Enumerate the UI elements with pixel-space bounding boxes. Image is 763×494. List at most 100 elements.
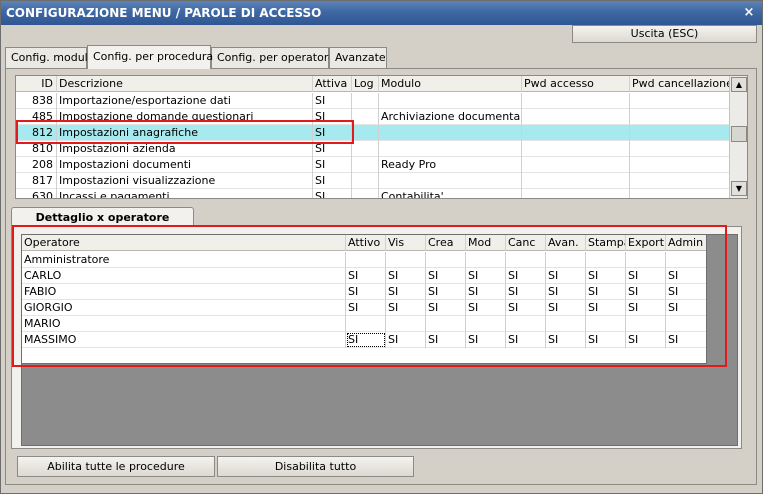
cell-export[interactable]: SI xyxy=(626,268,666,284)
cell-stampa[interactable]: SI xyxy=(586,268,626,284)
cell-admin[interactable] xyxy=(666,316,706,332)
cell-attiva[interactable]: SI xyxy=(313,189,352,198)
cell-crea[interactable]: SI xyxy=(426,332,466,348)
cell-export[interactable]: SI xyxy=(626,284,666,300)
cell-log[interactable] xyxy=(352,173,379,189)
header-id[interactable]: ID xyxy=(16,76,57,92)
cell-vis[interactable]: SI xyxy=(386,284,426,300)
header-admin[interactable]: Admin xyxy=(666,235,706,251)
cell-mod[interactable]: SI xyxy=(466,332,506,348)
header-mod[interactable]: Mod xyxy=(466,235,506,251)
cell-mod[interactable]: SI xyxy=(466,284,506,300)
cell-log[interactable] xyxy=(352,125,379,141)
cell-vis[interactable]: SI xyxy=(386,332,426,348)
cell-stampa[interactable]: SI xyxy=(586,300,626,316)
cell-avan[interactable] xyxy=(546,252,586,268)
cell-crea[interactable]: SI xyxy=(426,300,466,316)
procedures-scrollbar[interactable]: ▲ ▼ xyxy=(729,76,747,198)
cell-pwd-accesso[interactable] xyxy=(522,157,630,173)
cell-export[interactable]: SI xyxy=(626,332,666,348)
tab-config-per-operatore[interactable]: Config. per operatore xyxy=(211,47,335,68)
header-export[interactable]: Export xyxy=(626,235,666,251)
scroll-thumb[interactable] xyxy=(731,126,747,142)
table-row[interactable]: FABIO SI SI SI SI SI SI SI SI SI xyxy=(22,284,706,300)
cell-canc[interactable]: SI xyxy=(506,300,546,316)
cell-mod[interactable]: SI xyxy=(466,268,506,284)
cell-attiva[interactable]: SI xyxy=(313,173,352,189)
table-row[interactable]: 817 Impostazioni visualizzazione SI xyxy=(16,173,730,189)
cell-attiva[interactable]: SI xyxy=(313,93,352,109)
tab-config-moduli[interactable]: Config. moduli xyxy=(5,47,91,68)
cell-canc[interactable]: SI xyxy=(506,284,546,300)
cell-log[interactable] xyxy=(352,157,379,173)
cell-vis[interactable]: SI xyxy=(386,300,426,316)
cell-log[interactable] xyxy=(352,93,379,109)
cell-avan[interactable]: SI xyxy=(546,284,586,300)
scroll-up-icon[interactable]: ▲ xyxy=(731,77,747,92)
disable-all-button[interactable]: Disabilita tutto xyxy=(217,456,414,477)
header-crea[interactable]: Crea xyxy=(426,235,466,251)
enable-all-button[interactable]: Abilita tutte le procedure xyxy=(17,456,215,477)
cell-attivo[interactable]: SI xyxy=(346,332,386,348)
cell-admin[interactable]: SI xyxy=(666,300,706,316)
header-descrizione[interactable]: Descrizione xyxy=(57,76,313,92)
cell-stampa[interactable] xyxy=(586,316,626,332)
cell-log[interactable] xyxy=(352,109,379,125)
cell-avan[interactable]: SI xyxy=(546,268,586,284)
tab-avanzate[interactable]: Avanzate xyxy=(329,47,387,68)
header-log[interactable]: Log xyxy=(352,76,379,92)
header-vis[interactable]: Vis xyxy=(386,235,426,251)
cell-mod[interactable]: SI xyxy=(466,300,506,316)
cell-admin[interactable] xyxy=(666,252,706,268)
cell-export[interactable] xyxy=(626,252,666,268)
header-pwd-accesso[interactable]: Pwd accesso xyxy=(522,76,630,92)
cell-crea[interactable] xyxy=(426,316,466,332)
cell-attivo[interactable] xyxy=(346,252,386,268)
cell-attivo[interactable]: SI xyxy=(346,268,386,284)
cell-pwd-accesso[interactable] xyxy=(522,109,630,125)
cell-admin[interactable]: SI xyxy=(666,332,706,348)
table-row[interactable]: GIORGIO SI SI SI SI SI SI SI SI SI xyxy=(22,300,706,316)
cell-attivo[interactable]: SI xyxy=(346,300,386,316)
cell-pwd-cancellazione[interactable] xyxy=(630,93,730,109)
header-canc[interactable]: Canc xyxy=(506,235,546,251)
cell-pwd-accesso[interactable] xyxy=(522,93,630,109)
exit-button[interactable]: Uscita (ESC) xyxy=(572,25,757,43)
scroll-down-icon[interactable]: ▼ xyxy=(731,181,747,196)
cell-pwd-cancellazione[interactable] xyxy=(630,125,730,141)
cell-log[interactable] xyxy=(352,189,379,198)
cell-crea[interactable]: SI xyxy=(426,284,466,300)
cell-pwd-accesso[interactable] xyxy=(522,141,630,157)
table-row[interactable]: MARIO xyxy=(22,316,706,332)
table-row-selected[interactable]: 812 Impostazioni anagrafiche SI xyxy=(16,125,730,141)
close-icon[interactable]: × xyxy=(742,1,756,25)
header-attiva[interactable]: Attiva xyxy=(313,76,352,92)
cell-stampa[interactable]: SI xyxy=(586,284,626,300)
cell-attivo[interactable] xyxy=(346,316,386,332)
cell-vis[interactable] xyxy=(386,316,426,332)
cell-canc[interactable]: SI xyxy=(506,268,546,284)
cell-export[interactable]: SI xyxy=(626,300,666,316)
table-row[interactable]: Amministratore xyxy=(22,252,706,268)
cell-pwd-cancellazione[interactable] xyxy=(630,141,730,157)
table-row[interactable]: MASSIMO SI SI SI SI SI SI SI SI SI xyxy=(22,332,706,348)
cell-pwd-cancellazione[interactable] xyxy=(630,157,730,173)
table-row[interactable]: CARLO SI SI SI SI SI SI SI SI SI xyxy=(22,268,706,284)
cell-pwd-accesso[interactable] xyxy=(522,173,630,189)
table-row[interactable]: 485 Impostazione domande questionari SI … xyxy=(16,109,730,125)
cell-attivo[interactable]: SI xyxy=(346,284,386,300)
header-avan[interactable]: Avan. xyxy=(546,235,586,251)
cell-pwd-accesso[interactable] xyxy=(522,125,630,141)
cell-crea[interactable]: SI xyxy=(426,268,466,284)
cell-vis[interactable]: SI xyxy=(386,268,426,284)
table-row[interactable]: 630 Incassi e pagamenti SI Contabilita' xyxy=(16,189,730,198)
cell-canc[interactable] xyxy=(506,316,546,332)
cell-avan[interactable]: SI xyxy=(546,332,586,348)
cell-pwd-accesso[interactable] xyxy=(522,189,630,198)
header-attivo[interactable]: Attivo xyxy=(346,235,386,251)
cell-canc[interactable]: SI xyxy=(506,332,546,348)
table-row[interactable]: 208 Impostazioni documenti SI Ready Pro xyxy=(16,157,730,173)
cell-avan[interactable]: SI xyxy=(546,300,586,316)
cell-pwd-cancellazione[interactable] xyxy=(630,109,730,125)
cell-attiva[interactable]: SI xyxy=(313,141,352,157)
